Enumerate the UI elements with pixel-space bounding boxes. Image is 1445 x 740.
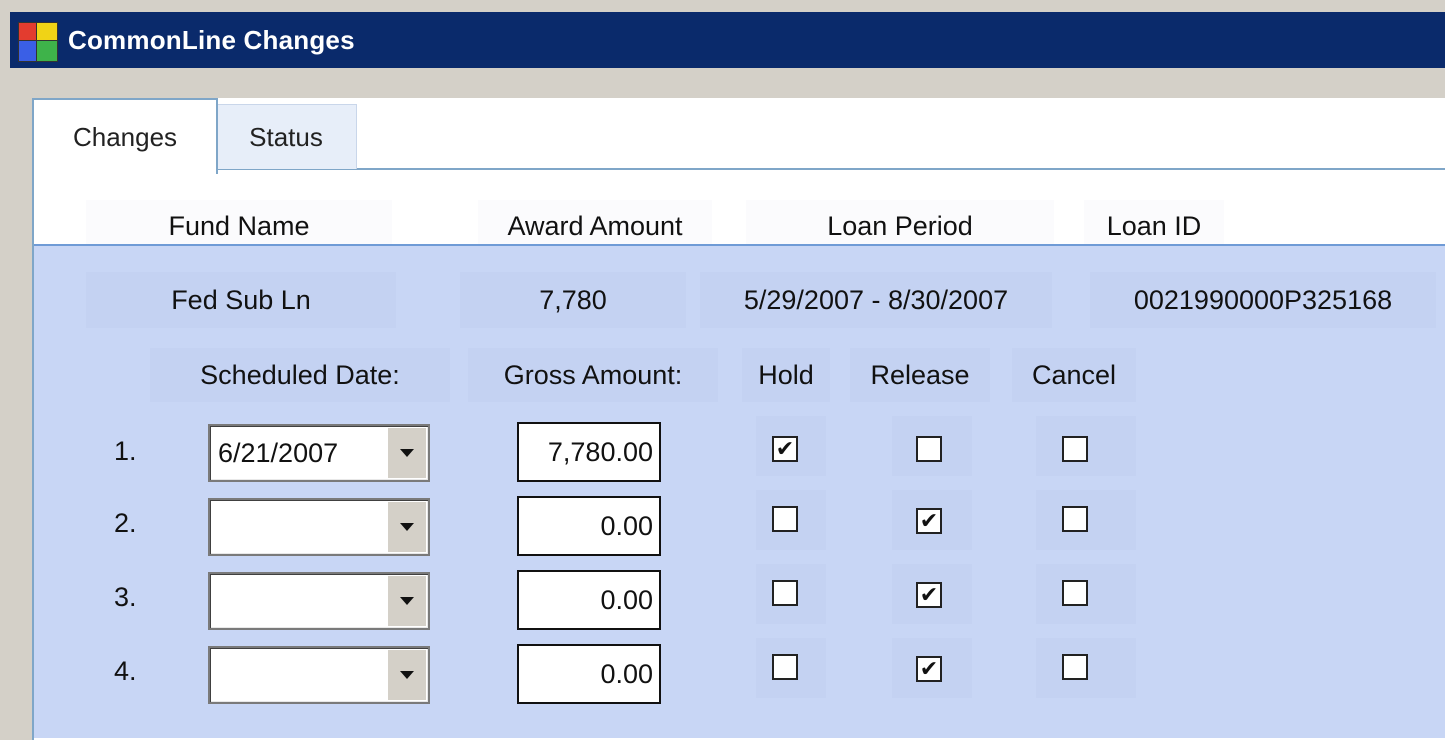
hold-checkbox[interactable]: ✔ [772,436,798,462]
chevron-down-icon[interactable] [387,428,426,478]
release-checkbox[interactable]: ✔ [916,582,942,608]
loan-award-amount: 7,780 [460,272,686,328]
gross-amount-input[interactable]: 0.00 [517,570,661,630]
cancel-checkbox[interactable] [1062,436,1088,462]
header-release: Release [850,348,990,402]
cancel-checkbox[interactable] [1062,654,1088,680]
gross-amount-input[interactable]: 7,780.00 [517,422,661,482]
release-checkbox[interactable]: ✔ [916,656,942,682]
scheduled-date-combo[interactable] [208,572,430,630]
loan-id: 0021990000P325168 [1090,272,1436,328]
window-title: CommonLine Changes [68,24,355,55]
chevron-down-icon[interactable] [387,650,426,700]
tab-status[interactable]: Status [216,104,357,169]
scheduled-date-combo[interactable] [208,498,430,556]
header-cancel: Cancel [1012,348,1136,402]
disbursement-number: 2. [114,508,137,538]
release-checkbox[interactable] [916,436,942,462]
header-gross-amount: Gross Amount: [468,348,718,402]
scheduled-date-value: 6/21/2007 [218,437,339,468]
loan-fund-name: Fed Sub Ln [86,272,396,328]
window-titlebar[interactable]: CommonLine Changes [10,12,1445,68]
header-hold: Hold [742,348,830,402]
cancel-checkbox[interactable] [1062,580,1088,606]
app-icon [16,20,62,62]
header-scheduled-date: Scheduled Date: [150,348,450,402]
chevron-down-icon[interactable] [387,576,426,626]
gross-amount-input[interactable]: 0.00 [517,644,661,704]
chevron-down-icon[interactable] [387,502,426,552]
scheduled-date-combo[interactable]: 6/21/2007 [208,424,430,482]
hold-checkbox[interactable] [772,654,798,680]
cancel-checkbox[interactable] [1062,506,1088,532]
release-checkbox[interactable]: ✔ [916,508,942,534]
disbursement-number: 1. [114,436,137,466]
hold-checkbox[interactable] [772,580,798,606]
loan-period: 5/29/2007 - 8/30/2007 [700,272,1052,328]
hold-checkbox[interactable] [772,506,798,532]
disbursement-number: 3. [114,582,137,612]
scheduled-date-combo[interactable] [208,646,430,704]
tab-changes[interactable]: Changes [32,98,218,174]
disbursement-number: 4. [114,656,137,686]
gross-amount-input[interactable]: 0.00 [517,496,661,556]
